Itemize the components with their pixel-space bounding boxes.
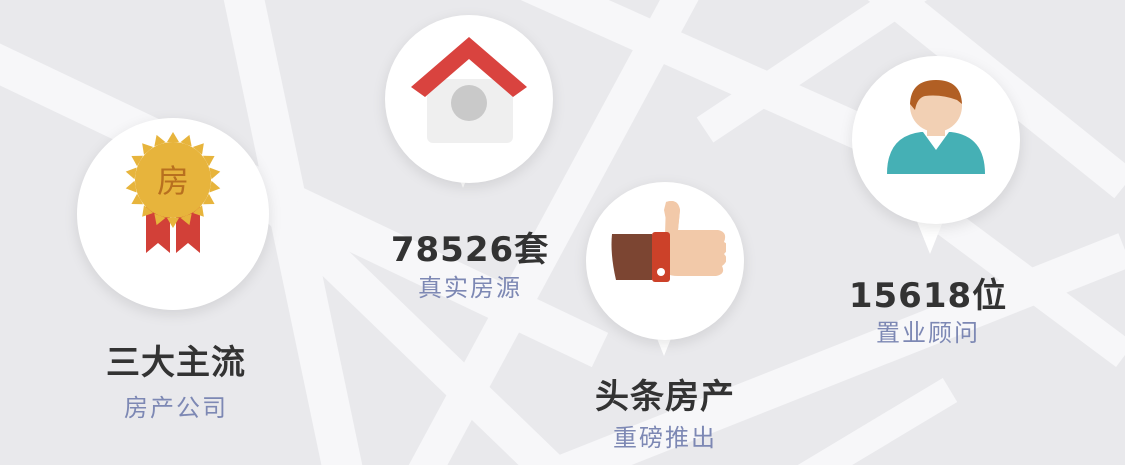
badge-icon: 房 bbox=[125, 132, 221, 253]
stat-subtitle: 重磅推出 bbox=[613, 424, 717, 452]
map-pin-house bbox=[385, 15, 553, 183]
stat-subtitle: 房产公司 bbox=[124, 394, 228, 422]
map-pin-thumbs-up bbox=[586, 182, 744, 340]
stat-subtitle: 置业顾问 bbox=[876, 319, 980, 347]
thumbs-up-icon bbox=[611, 201, 726, 282]
stat-title: 15618位 bbox=[848, 276, 1008, 316]
map-pin-advisor bbox=[852, 56, 1020, 224]
map-pin-badge: 房 bbox=[77, 118, 269, 310]
house-icon bbox=[411, 37, 527, 143]
stat-title: 78526套 bbox=[390, 230, 550, 270]
stat-title: 头条房产 bbox=[595, 377, 735, 417]
stat-title: 三大主流 bbox=[106, 343, 246, 383]
badge-char: 房 bbox=[157, 162, 189, 200]
advisor-icon bbox=[887, 80, 985, 174]
stat-subtitle: 真实房源 bbox=[418, 274, 522, 302]
